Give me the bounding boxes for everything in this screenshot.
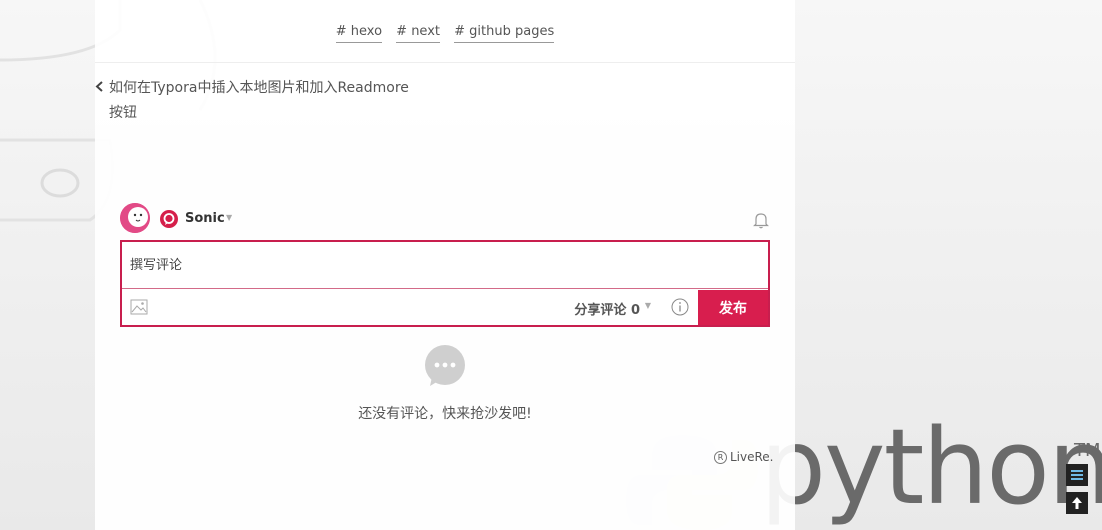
livere-credit-text: LiveRe. <box>730 450 774 464</box>
chat-bubble-icon <box>425 345 465 386</box>
livere-logo-icon: R <box>714 451 727 464</box>
username[interactable]: Sonic <box>185 211 225 226</box>
publish-button[interactable]: 发布 <box>698 290 768 325</box>
menu-icon <box>1071 470 1083 480</box>
chevron-left-icon <box>95 76 107 101</box>
prev-post-title: 如何在Typora中插入本地图片和加入Readmore <box>109 80 409 96</box>
image-upload-icon[interactable] <box>130 298 148 316</box>
python-wordmark: python <box>760 406 1102 528</box>
livere-credit-link[interactable]: R LiveRe. <box>714 450 774 464</box>
back-to-top-button[interactable] <box>1066 492 1088 514</box>
info-icon[interactable] <box>671 298 689 316</box>
comment-toolbar: 分享评论 0 ▼ 发布 <box>122 290 768 325</box>
prev-post-link[interactable]: 如何在Typora中插入本地图片和加入Readmore 按钮 <box>95 76 425 126</box>
share-comment-toggle[interactable]: 分享评论 0 <box>574 299 640 318</box>
caret-down-icon[interactable]: ▼ <box>645 301 651 310</box>
bell-icon[interactable] <box>752 211 770 229</box>
comment-input[interactable]: 撰写评论 <box>122 242 768 289</box>
avatar[interactable] <box>120 203 150 233</box>
post-content: # hexo # next # github pages 如何在Typora中插… <box>95 0 795 530</box>
tag-github-pages[interactable]: # github pages <box>454 24 555 43</box>
platform-icon[interactable] <box>160 210 178 228</box>
python-trademark: TM <box>1074 440 1101 461</box>
sidebar-toggle-button[interactable] <box>1066 464 1088 486</box>
post-tags: # hexo # next # github pages <box>95 24 795 43</box>
comment-header: Sonic ▼ <box>120 203 770 235</box>
empty-comments-message: 还没有评论，快来抢沙发吧! <box>358 406 532 422</box>
caret-down-icon[interactable]: ▼ <box>226 213 232 222</box>
divider <box>95 62 795 63</box>
prev-post-title-continued: 按钮 <box>109 105 137 121</box>
comment-box: 撰写评论 分享评论 0 ▼ 发布 <box>120 240 770 327</box>
tag-hexo[interactable]: # hexo <box>335 24 383 43</box>
tag-next[interactable]: # next <box>396 24 440 43</box>
arrow-up-icon <box>1072 497 1082 509</box>
